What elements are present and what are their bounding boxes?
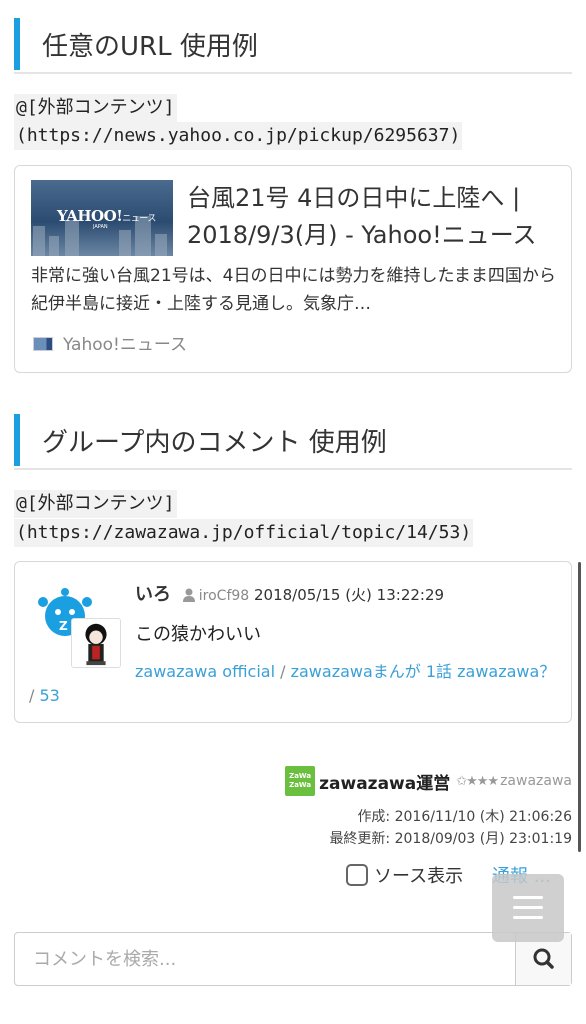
comment-embed-card[interactable]: Z いろ iroCf98 2018/05/15 (火) 13:22:29 この猿…	[14, 561, 572, 723]
embed-code-url: (https://zawazawa.jp/official/topic/14/5…	[14, 519, 474, 547]
menu-icon	[513, 896, 543, 899]
comment-body: この猿かわいい	[135, 624, 261, 645]
author-logo[interactable]: ZaWa ZaWa	[285, 766, 316, 796]
breadcrumb-group-link[interactable]: zawazawa official	[135, 662, 275, 681]
search-input[interactable]	[15, 933, 515, 985]
embed-code-line: @[外部コンテンツ]	[14, 490, 177, 518]
breadcrumb-topic-link[interactable]: zawazawaまんが 1話 zawazawa？	[291, 662, 556, 681]
comment-user-id: iroCf98	[198, 588, 250, 604]
heading-accent-bar	[14, 18, 20, 70]
comment-example-heading: グループ内のコメント 使用例	[14, 414, 572, 470]
embed-code-url: (https://news.yahoo.co.jp/pickup/6295637…	[14, 122, 463, 150]
svg-text:Z: Z	[59, 619, 68, 633]
heading-text: 任意のURL 使用例	[42, 32, 258, 62]
created-date: 作成: 2016/11/10 (木) 21:06:26	[357, 809, 572, 825]
embed-code-line: @[外部コンテンツ]	[14, 94, 177, 122]
yahoo-logo: YAHOO!ニュース	[57, 207, 156, 225]
heading-text: グループ内のコメント 使用例	[42, 428, 387, 458]
breadcrumb-comment-link[interactable]: 53	[39, 686, 59, 705]
author-line: ZaWa ZaWa zawazawa運営 ✩★★★ zawazawa	[285, 766, 572, 796]
source-toggle[interactable]: ソース表示	[346, 862, 463, 888]
author-name[interactable]: zawazawa運営	[319, 774, 450, 794]
comment-breadcrumb: zawazawa official / zawazawaまんが 1話 zawaz…	[29, 662, 556, 705]
news-source: Yahoo!ニュース	[33, 330, 187, 355]
news-description: 非常に強い台風21号は、4日の日中には勢力を維持したまま四国から紀伊半島に接近・…	[31, 266, 556, 314]
news-embed-card[interactable]: YAHOO!ニュース JAPAN 台風21号 4日の日中に上陸へ | 2018/…	[14, 165, 572, 373]
source-checkbox[interactable]	[346, 864, 368, 886]
comment-header: いろ iroCf98 2018/05/15 (火) 13:22:29	[135, 580, 444, 606]
rank-stars: ✩★★★	[456, 773, 499, 789]
comment-username[interactable]: いろ	[135, 584, 171, 605]
scrollbar[interactable]	[578, 562, 581, 852]
news-title-link[interactable]: 台風21号 4日の日中に上陸へ | 2018/9/3(月) - Yahoo!ニュ…	[187, 180, 559, 254]
user-icon	[182, 588, 195, 602]
comment-datetime: 2018/05/15 (火) 13:22:29	[253, 586, 445, 604]
updated-date: 最終更新: 2018/09/03 (月) 23:01:19	[329, 831, 572, 847]
comment-search	[14, 932, 572, 986]
news-thumbnail[interactable]: YAHOO!ニュース JAPAN	[31, 180, 173, 256]
menu-button[interactable]	[492, 874, 564, 942]
source-icon	[33, 337, 53, 351]
author-org: zawazawa	[500, 773, 572, 789]
heading-accent-bar	[14, 414, 20, 466]
url-example-heading: 任意のURL 使用例	[14, 18, 572, 74]
